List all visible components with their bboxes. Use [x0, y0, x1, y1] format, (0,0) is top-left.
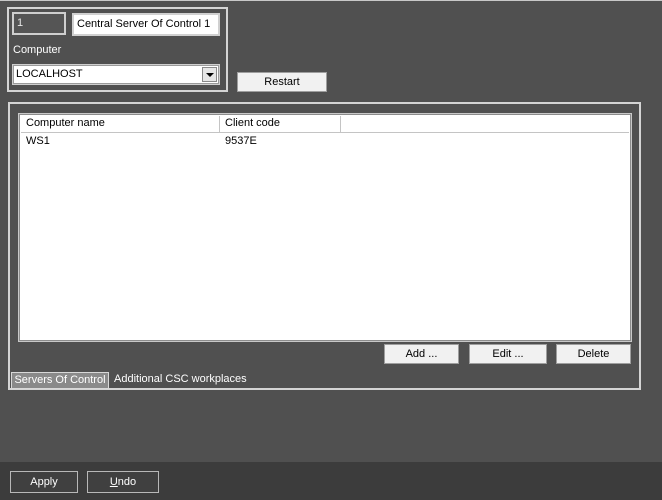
list-header: Computer name Client code: [21, 116, 629, 133]
column-header-client-code[interactable]: Client code: [220, 116, 341, 132]
server-id-field[interactable]: 1: [12, 12, 66, 35]
delete-button[interactable]: Delete: [556, 344, 631, 364]
restart-button[interactable]: Restart: [237, 72, 327, 92]
server-name-field[interactable]: Central Server Of Control 1: [72, 13, 220, 36]
top-edge: [0, 0, 662, 1]
computer-select[interactable]: LOCALHOST: [12, 64, 220, 85]
workplaces-list[interactable]: Computer name Client code WS1 9537E: [18, 113, 632, 342]
list-row[interactable]: WS1 9537E: [21, 133, 629, 150]
add-button[interactable]: Add ...: [384, 344, 459, 364]
computer-select-value: LOCALHOST: [16, 68, 83, 80]
tab-additional-csc-workplaces[interactable]: Additional CSC workplaces: [114, 372, 247, 389]
undo-button[interactable]: Undo: [87, 471, 159, 493]
apply-button[interactable]: Apply: [10, 471, 78, 493]
chevron-down-icon[interactable]: [202, 67, 217, 82]
cell-client-code: 9537E: [225, 135, 257, 147]
edit-button[interactable]: Edit ...: [469, 344, 547, 364]
tab-servers-of-control[interactable]: Servers Of Control: [11, 372, 109, 389]
column-header-computer-name[interactable]: Computer name: [21, 116, 220, 132]
computer-label: Computer: [13, 44, 62, 56]
cell-computer-name: WS1: [26, 135, 50, 147]
